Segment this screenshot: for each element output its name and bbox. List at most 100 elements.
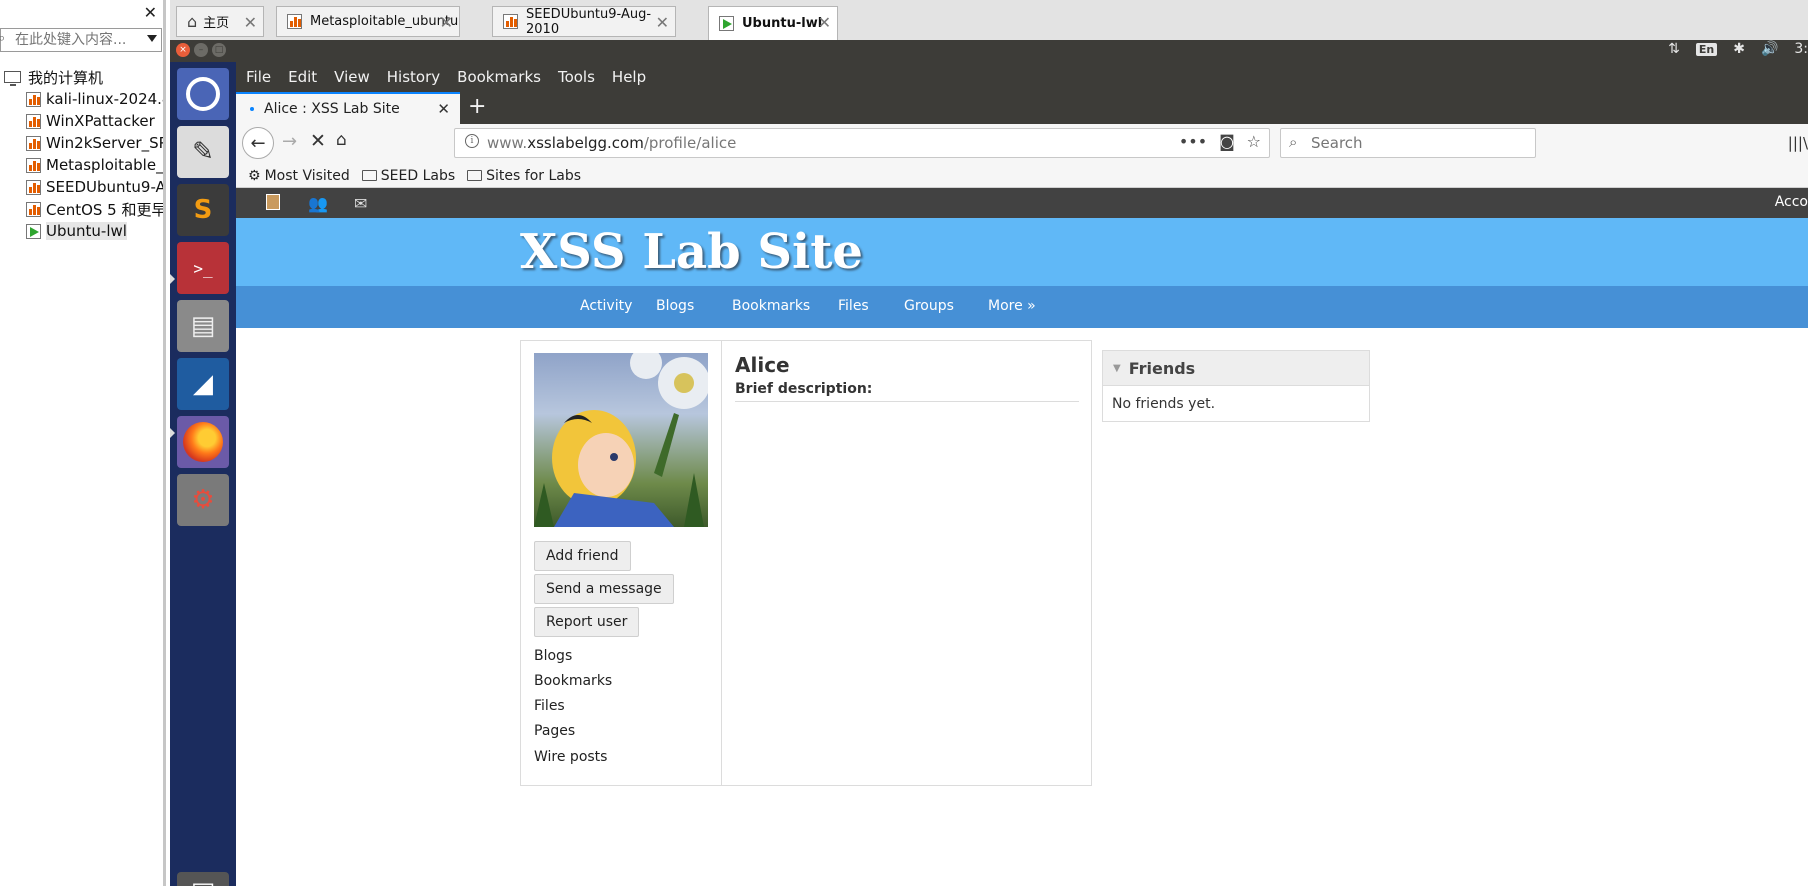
close-tab-icon[interactable]: ✕ [437,100,450,118]
gear-icon: ⚙ [248,167,261,184]
text-editor-icon[interactable]: ✎ [177,126,229,178]
close-tab-icon[interactable]: ✕ [244,13,257,32]
minimize-icon[interactable]: – [194,43,208,57]
bookmark-sites-for-labs[interactable]: Sites for Labs [467,168,581,184]
vm-tab-metasploitable[interactable]: Metasploitable_ubuntu ✕ [276,6,460,37]
bookmark-star-icon[interactable]: ☆ [1247,132,1261,151]
profile-avatar[interactable] [534,353,708,527]
page-actions-icon[interactable]: ••• [1179,132,1207,151]
url-bar[interactable]: i www.xsslabelgg.com/profile/alice ••• ◙… [454,128,1270,158]
nav-files[interactable]: Files [838,298,869,314]
tree-item-winxp[interactable]: WinXPattacker [0,110,163,132]
tree-item-ubuntu-lwl[interactable]: Ubuntu-lwl [0,220,163,242]
menu-view[interactable]: View [334,68,370,86]
vm-tab-label: SEEDUbuntu9-Aug-2010 [526,6,652,37]
keyboard-layout-indicator[interactable]: En [1695,42,1718,56]
menu-history[interactable]: History [387,68,440,86]
menu-bookmarks[interactable]: Bookmarks [457,68,541,86]
account-link[interactable]: Acco [1775,194,1808,210]
clock[interactable]: 3: [1794,41,1808,57]
tree-item-win2k[interactable]: Win2kServer_SP [0,132,163,154]
maximize-icon[interactable]: □ [212,43,226,57]
close-tab-icon[interactable]: ✕ [656,13,669,32]
site-title[interactable]: XSS Lab Site [520,224,863,280]
owner-link-wire-posts[interactable]: Wire posts [534,749,607,765]
bluetooth-icon[interactable]: ✱ [1733,41,1745,57]
owner-link-files[interactable]: Files [534,698,565,714]
search-input[interactable] [1311,134,1521,152]
sublime-text-icon[interactable]: S [177,184,229,236]
back-icon[interactable]: ← [242,127,274,159]
system-settings-icon[interactable]: ⚙ [177,474,229,526]
vm-tab-home[interactable]: ⌂ 主页 ✕ [176,6,264,37]
tree-item-seedubuntu[interactable]: SEEDUbuntu9-A [0,176,163,198]
nav-bookmarks[interactable]: Bookmarks [732,298,810,314]
nav-more[interactable]: More » [988,298,1036,314]
vm-tab-label: Metasploitable_ubuntu [310,14,459,29]
vm-icon [26,201,41,217]
browser-tab-title: Alice : XSS Lab Site [264,101,400,117]
send-message-button[interactable]: Send a message [534,574,674,604]
tree-root-my-computer[interactable]: 我的计算机 [0,66,163,88]
tree-item-kali[interactable]: kali-linux-2024.4 [0,88,163,110]
close-window-icon[interactable]: × [176,43,190,57]
browser-tab[interactable]: Alice : XSS Lab Site ✕ [236,92,460,124]
files-icon[interactable]: ▤ [177,300,229,352]
site-info-icon[interactable]: i [465,134,479,148]
vm-tab-label: Ubuntu-lwl [742,16,823,31]
nav-blogs[interactable]: Blogs [656,298,694,314]
vm-icon [26,157,41,173]
library-search: ⌕ [0,28,162,52]
computer-icon [4,71,21,86]
tree-item-label: kali-linux-2024.4 [46,90,163,108]
bookmark-label: Most Visited [264,167,350,184]
library-search-input[interactable] [15,31,145,49]
add-friend-button[interactable]: Add friend [534,541,631,571]
library-icon[interactable]: |||\ [1788,134,1808,152]
elgg-logo-icon[interactable] [266,194,280,210]
pocket-icon[interactable]: ◙ [1219,132,1235,151]
owner-link-blogs[interactable]: Blogs [534,648,572,664]
bookmark-seed-labs[interactable]: SEED Labs [361,168,455,184]
vm-tab-ubuntu-lwl[interactable]: Ubuntu-lwl ✕ [708,6,838,40]
wireshark-icon[interactable]: ◢ [177,358,229,410]
new-tab-icon[interactable]: + [468,94,486,119]
owner-link-pages[interactable]: Pages [534,723,575,739]
volume-icon[interactable]: 🔊 [1761,41,1778,57]
owner-link-bookmarks[interactable]: Bookmarks [534,673,612,689]
vm-tab-seedubuntu[interactable]: SEEDUbuntu9-Aug-2010 ✕ [492,6,676,37]
close-tab-icon[interactable]: ✕ [818,13,831,32]
mail-icon[interactable]: ✉ [354,194,367,213]
vm-icon [26,179,41,195]
ubuntu-dash-icon[interactable] [177,68,229,120]
terminal-icon[interactable]: >_ [177,242,229,294]
url-text[interactable]: www.xsslabelgg.com/profile/alice [487,134,736,152]
trash-icon[interactable]: ▭ [177,872,229,886]
forward-icon[interactable]: → [282,131,297,152]
tree-item-metasploitable[interactable]: Metasploitable_ [0,154,163,176]
menu-help[interactable]: Help [612,68,646,86]
avatar-image [534,353,708,527]
network-icon[interactable]: ⇅ [1668,41,1680,57]
friends-icon[interactable]: 👥 [308,194,328,213]
nav-activity[interactable]: Activity [580,298,632,314]
nav-groups[interactable]: Groups [904,298,954,314]
home-icon[interactable]: ⌂ [336,130,347,150]
menu-file[interactable]: File [246,68,271,86]
close-icon[interactable]: ✕ [144,3,157,22]
vm-running-icon [719,16,734,31]
collapse-icon[interactable]: ▼ [1113,363,1121,374]
friends-widget-header[interactable]: ▼ Friends [1103,351,1369,386]
firefox-icon[interactable] [177,416,229,468]
close-tab-icon[interactable]: ✕ [440,13,453,32]
vm-tab-label: 主页 [203,16,230,31]
stop-icon[interactable]: ✕ [310,130,326,152]
menu-edit[interactable]: Edit [288,68,317,86]
chevron-down-icon[interactable] [147,35,157,42]
report-user-button[interactable]: Report user [534,607,640,637]
bookmark-label: Sites for Labs [486,167,582,184]
friends-empty-text: No friends yet. [1112,396,1216,412]
bookmark-most-visited[interactable]: ⚙ Most Visited [248,168,350,184]
tree-item-centos[interactable]: CentOS 5 和更早 [0,198,163,220]
menu-tools[interactable]: Tools [558,68,595,86]
